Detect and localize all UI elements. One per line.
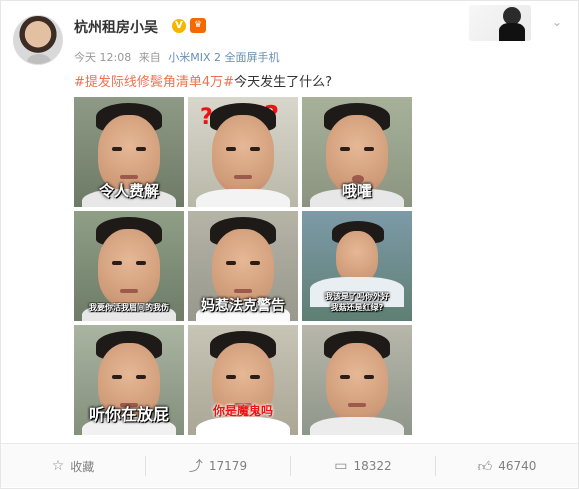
post-text: #提发际线修鬓角清单4万#今天发生了什么?: [74, 71, 332, 90]
image-tile[interactable]: 哦嚯: [302, 97, 412, 207]
image-tile[interactable]: ? ?: [188, 97, 298, 207]
post-meta: 今天 12:08 来自 小米MIX 2 全面屏手机: [74, 49, 283, 65]
image-tile[interactable]: 我该是了吗你外好 我菇还是红绿?: [302, 211, 412, 321]
repost-icon: ⤴: [188, 459, 203, 475]
chevron-down-icon[interactable]: ⌄: [546, 15, 568, 31]
source-prefix: 来自: [138, 51, 161, 64]
repost-count: 17179: [208, 459, 248, 473]
star-icon: ☆: [51, 458, 65, 474]
header-decoration-image: [469, 5, 531, 41]
verified-icon: V: [172, 19, 186, 33]
post-time[interactable]: 今天 12:08: [74, 51, 131, 64]
comment-count: 18322: [353, 459, 392, 473]
image-caption: 你是魔鬼吗: [212, 404, 273, 418]
image-caption: 我该是了吗你外好 我菇还是红绿?: [325, 292, 389, 312]
thumbs-up-icon: 👍︎: [477, 458, 493, 475]
post-body-text: 今天发生了什么?: [234, 75, 332, 90]
topic-link[interactable]: #提发际线修鬓角清单4万#: [74, 75, 234, 90]
image-caption: 令人费解: [98, 182, 159, 200]
image-grid: 令人费解 ? ? 哦嚯 我要你活我眉间的我伤 妈惹法克警告: [74, 97, 412, 435]
vip-crown-icon: ♛: [190, 18, 206, 33]
favorite-button[interactable]: ☆ 收藏: [1, 444, 145, 488]
image-caption: 听你在放屁: [88, 405, 169, 424]
weibo-post-card: 杭州租房小吴 V ♛ ⌄ 今天 12:08 来自 小米MIX 2 全面屏手机 #…: [0, 0, 579, 489]
like-count: 46740: [498, 459, 537, 473]
comment-icon: ▭: [334, 458, 348, 474]
image-tile[interactable]: 令人费解: [74, 97, 184, 207]
image-tile[interactable]: [302, 325, 412, 435]
like-button[interactable]: 👍︎ 46740: [436, 444, 578, 488]
comment-button[interactable]: ▭ 18322: [291, 444, 435, 488]
image-caption: 我要你活我眉间的我伤: [89, 303, 169, 312]
image-tile[interactable]: 听你在放屁: [74, 325, 184, 435]
image-tile[interactable]: 你是魔鬼吗: [188, 325, 298, 435]
image-caption: 妈惹法克警告: [201, 298, 285, 314]
device-link[interactable]: 小米MIX 2 全面屏手机: [168, 51, 279, 64]
username[interactable]: 杭州租房小吴: [74, 17, 158, 37]
image-tile[interactable]: 妈惹法克警告: [188, 211, 298, 321]
avatar[interactable]: [13, 15, 63, 65]
image-tile[interactable]: 我要你活我眉间的我伤: [74, 211, 184, 321]
action-bar: ☆ 收藏 ⤴ 17179 ▭ 18322 👍︎ 46740: [1, 443, 578, 487]
repost-button[interactable]: ⤴ 17179: [146, 444, 290, 488]
favorite-label: 收藏: [70, 459, 95, 474]
image-caption: 哦嚯: [341, 182, 372, 200]
